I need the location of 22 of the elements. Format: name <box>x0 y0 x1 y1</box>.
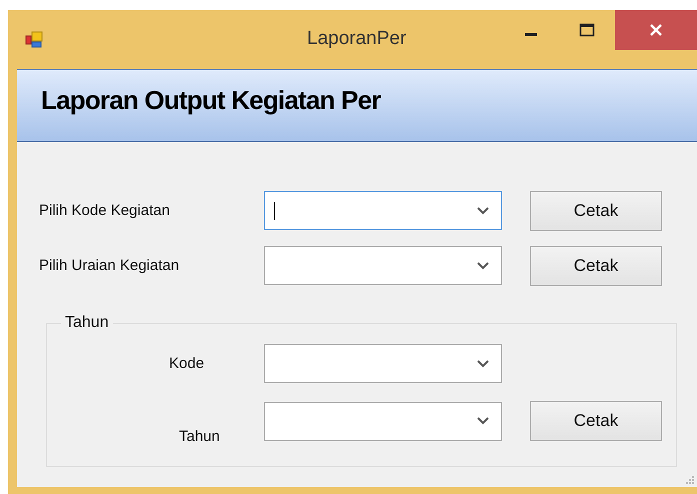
combo-box[interactable] <box>264 344 502 383</box>
maximize-icon <box>579 23 595 37</box>
app-icon <box>25 30 43 48</box>
header-title: Laporan Output Kegiatan Per <box>41 85 381 116</box>
chevron-icon <box>477 262 489 270</box>
window-title: LaporanPer <box>307 28 406 50</box>
print-button[interactable]: Cetak <box>530 401 662 441</box>
minimize-icon <box>525 32 537 36</box>
chevron-icon <box>477 206 489 214</box>
combo-box[interactable] <box>264 191 502 230</box>
print-button[interactable]: Cetak <box>530 246 662 286</box>
field-label: Pilih Kode Kegiatan <box>39 202 171 219</box>
close-icon <box>649 23 663 37</box>
chevron-icon <box>477 417 489 425</box>
combo-box[interactable] <box>264 246 502 285</box>
field-label: Pilih Uraian Kegiatan <box>39 257 180 274</box>
field-label: Tahun <box>178 428 221 445</box>
print-button[interactable]: Cetak <box>530 190 662 230</box>
combo-box[interactable] <box>264 402 502 440</box>
chevron-icon <box>477 360 489 368</box>
resize-grip-icon <box>685 475 695 485</box>
field-label: Kode <box>168 355 206 372</box>
